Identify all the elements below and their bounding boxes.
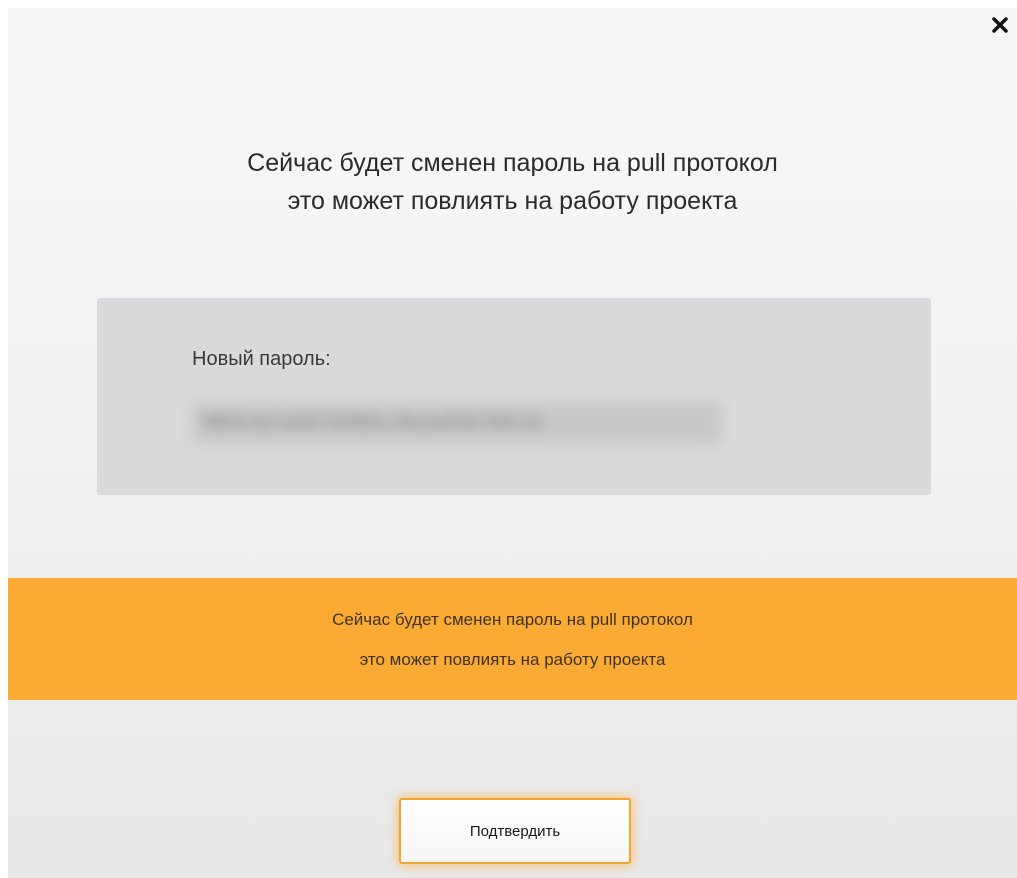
warning-banner: Сейчас будет сменен пароль на pull прото… — [8, 578, 1017, 700]
change-password-dialog: Сейчас будет сменен пароль на pull прото… — [8, 8, 1017, 878]
new-password-panel: Новый пароль: 9f83c4e1a0b7d2f65c18e4a93b… — [97, 298, 931, 495]
warning-line2: это может повлиять на работу проекта — [359, 650, 666, 669]
dialog-title-line1: Сейчас будет сменен пароль на pull прото… — [247, 149, 778, 177]
new-password-label: Новый пароль: — [192, 348, 331, 370]
warning-line1: Сейчас будет сменен пароль на pull прото… — [332, 610, 693, 629]
dialog-title-line2: это может повлиять на работу проекта — [287, 187, 738, 215]
confirm-button[interactable]: Подтвердить — [399, 798, 631, 864]
new-password-value: 9f83c4e1a0b7d2f65c18e4a93b7d0c2e — [192, 402, 722, 444]
close-icon[interactable] — [991, 16, 1009, 34]
dialog-title: Сейчас будет сменен пароль на pull прото… — [8, 144, 1017, 220]
